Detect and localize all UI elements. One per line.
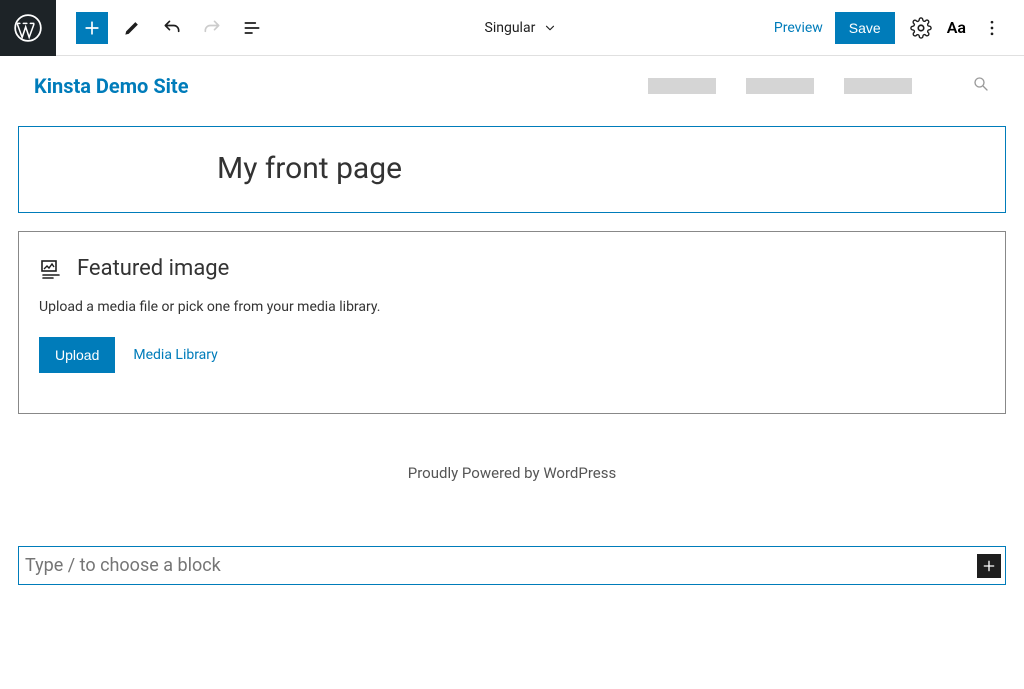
nav-menu <box>648 75 990 97</box>
preview-link[interactable]: Preview <box>774 20 823 36</box>
plus-icon <box>82 18 102 38</box>
wordpress-icon <box>14 14 42 42</box>
more-options-button[interactable] <box>978 14 1006 42</box>
page-title[interactable]: My front page <box>19 151 1005 186</box>
editor-top-toolbar: Singular Preview Save Aa <box>0 0 1024 56</box>
chevron-down-icon <box>543 21 557 35</box>
pencil-icon <box>122 18 142 38</box>
search-button[interactable] <box>972 75 990 97</box>
featured-image-description: Upload a media file or pick one from you… <box>39 299 985 315</box>
media-library-link[interactable]: Media Library <box>133 347 217 363</box>
template-name: Singular <box>485 20 536 36</box>
block-inserter[interactable] <box>18 546 1006 585</box>
site-title[interactable]: Kinsta Demo Site <box>34 74 189 98</box>
featured-image-heading: Featured image <box>77 256 229 281</box>
kebab-icon <box>982 18 1002 38</box>
footer-credit: Proudly Powered by WordPress <box>0 464 1024 482</box>
toolbar-left-group <box>56 12 268 44</box>
inline-add-block-button[interactable] <box>977 554 1001 578</box>
settings-button[interactable] <box>907 14 935 42</box>
save-button[interactable]: Save <box>835 12 895 44</box>
typography-button[interactable]: Aa <box>947 18 966 37</box>
edit-mode-button[interactable] <box>116 12 148 44</box>
page-title-block[interactable]: My front page <box>18 126 1006 213</box>
site-header: Kinsta Demo Site <box>0 56 1024 116</box>
redo-button[interactable] <box>196 12 228 44</box>
block-type-input[interactable] <box>21 549 977 582</box>
undo-icon <box>162 18 182 38</box>
nav-placeholder[interactable] <box>746 78 814 94</box>
featured-image-icon <box>39 257 63 281</box>
featured-image-header: Featured image <box>39 256 985 281</box>
redo-icon <box>202 18 222 38</box>
wordpress-logo[interactable] <box>0 0 56 56</box>
toolbar-right-group: Preview Save Aa <box>774 12 1024 44</box>
template-selector[interactable]: Singular <box>268 20 774 36</box>
add-block-button[interactable] <box>76 12 108 44</box>
nav-placeholder[interactable] <box>648 78 716 94</box>
featured-image-actions: Upload Media Library <box>39 337 985 373</box>
gear-icon <box>910 17 932 39</box>
upload-button[interactable]: Upload <box>39 337 115 373</box>
search-icon <box>972 75 990 93</box>
undo-button[interactable] <box>156 12 188 44</box>
plus-icon <box>981 558 997 574</box>
list-view-button[interactable] <box>236 12 268 44</box>
nav-placeholder[interactable] <box>844 78 912 94</box>
list-view-icon <box>242 18 262 38</box>
featured-image-block[interactable]: Featured image Upload a media file or pi… <box>18 231 1006 414</box>
